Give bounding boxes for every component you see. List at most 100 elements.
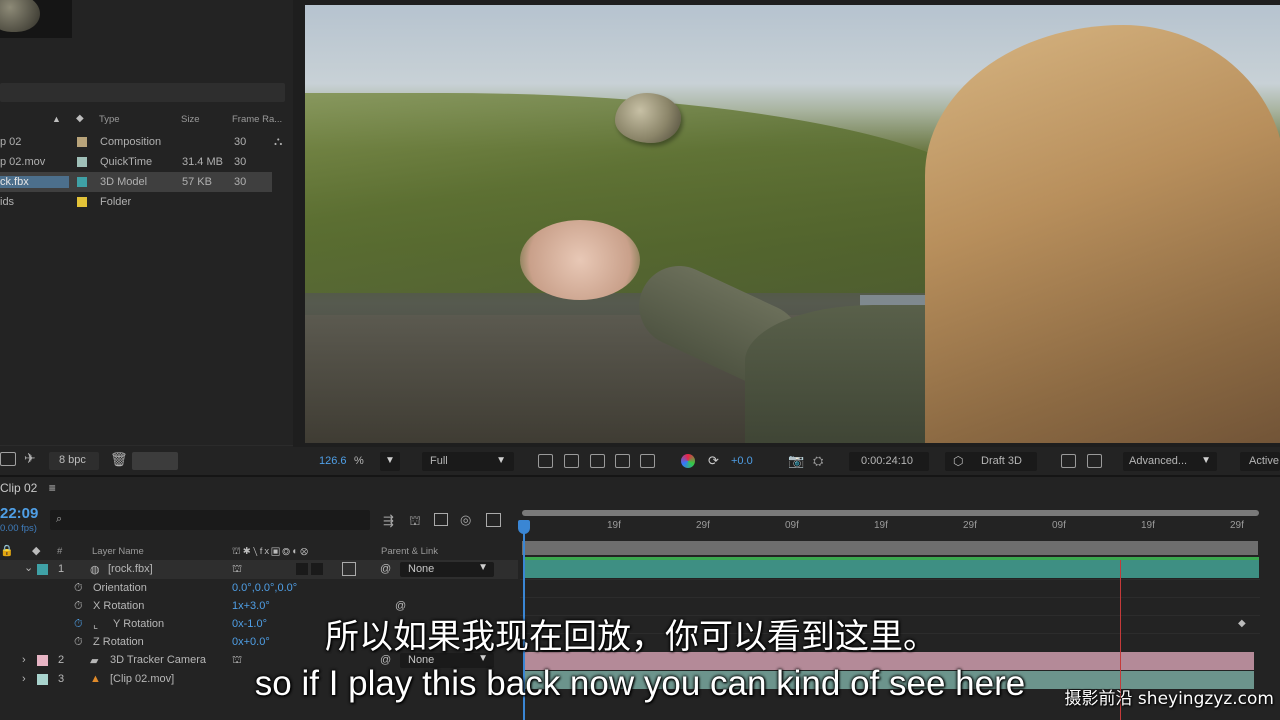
item-size: 57 KB	[182, 176, 212, 188]
property-row[interactable]: ⏱ Orientation 0.0°,0.0°,0.0°	[0, 579, 518, 598]
graph-editor-icon[interactable]	[486, 513, 501, 527]
flowchart-icon[interactable]: ⛬	[274, 134, 282, 149]
view-mode-dropdown[interactable]: Advanced... ▼	[1123, 452, 1217, 471]
reset-exposure-icon[interactable]: ⟳	[708, 453, 719, 469]
ruler-label: 09f	[1052, 520, 1066, 531]
property-name: Orientation	[93, 582, 147, 594]
zoom-value[interactable]: 126.6	[319, 455, 347, 467]
item-type: Folder	[100, 196, 132, 208]
zoom-dropdown[interactable]: ▼	[380, 452, 400, 471]
column-parent-link[interactable]: Parent & Link	[381, 546, 438, 557]
frame-rate-readout: 0.00 fps)	[0, 523, 37, 534]
stopwatch-icon[interactable]: ⏱	[74, 582, 83, 595]
project-search-input[interactable]	[0, 83, 285, 102]
label-swatch[interactable]	[77, 177, 87, 187]
3d-layer-icon[interactable]	[342, 562, 356, 576]
viewer-toolbar: 126.6 % ▼ Full ▼ ⟳ +0.0 📷 ⛭ 0:00:24:10 ⬡…	[293, 447, 1280, 475]
ruler-label: 19f	[1141, 520, 1155, 531]
panel-menu-icon[interactable]: ≡	[49, 481, 56, 495]
layer-row[interactable]: ⌄ 1 ◍ [rock.fbx] ⛫ @ None ▼	[0, 560, 518, 579]
item-name: p 02.mov	[0, 156, 46, 168]
3d-ground-plane-icon[interactable]	[1061, 454, 1076, 468]
footage-frame[interactable]	[305, 5, 1280, 443]
camera-view-dropdown[interactable]: Active	[1240, 452, 1280, 471]
switch-box[interactable]	[311, 563, 323, 575]
camera-view-value: Active	[1249, 455, 1279, 467]
item-type: Composition	[100, 136, 162, 148]
pick-whip-icon[interactable]: @	[380, 563, 391, 575]
fast-previews-icon[interactable]	[538, 454, 553, 468]
lock-icon[interactable]: 🔒	[0, 544, 14, 557]
project-item[interactable]: p 02 Composition 30 ⛬	[0, 132, 290, 152]
parent-dropdown[interactable]: None ▼	[400, 562, 494, 577]
layer-1-track[interactable]	[524, 560, 1259, 578]
color-channels-icon[interactable]	[681, 454, 695, 468]
item-name: ids	[0, 196, 15, 208]
collapse-arrow-icon[interactable]: ⌄	[24, 561, 33, 574]
label-swatch[interactable]	[37, 564, 48, 575]
resolution-dropdown[interactable]: Full ▼	[422, 452, 514, 471]
new-comp-icon[interactable]: ✈	[24, 450, 36, 467]
project-panel: ▲ ◆ Type Size Frame Ra... p 02 Compositi…	[0, 0, 293, 475]
subtitle-chinese: 所以如果我现在回放，你可以看到这里。	[325, 617, 937, 657]
region-of-interest-icon[interactable]	[615, 454, 630, 468]
frame-blending-icon[interactable]	[434, 513, 448, 526]
switches-icons[interactable]: ⛫✱∖fx▣◎◐⊗	[232, 546, 310, 558]
comp-duration-bar[interactable]	[522, 541, 1258, 555]
zoom-unit: %	[354, 455, 364, 467]
view-mode-value: Advanced...	[1129, 455, 1188, 467]
work-area-bar[interactable]	[522, 510, 1259, 516]
bit-depth-button[interactable]: 8 bpc	[49, 452, 99, 470]
interpret-footage-icon[interactable]	[0, 452, 16, 466]
property-value[interactable]: 0.0°,0.0°,0.0°	[232, 582, 297, 594]
renderer-button[interactable]: ⬡ Draft 3D	[945, 452, 1037, 471]
project-color-box	[132, 452, 178, 470]
renderer-label: Draft 3D	[981, 455, 1022, 467]
floating-3d-rock[interactable]	[615, 93, 681, 143]
switch-box[interactable]	[296, 563, 308, 575]
orientation-track[interactable]	[520, 579, 1260, 597]
current-time-indicator[interactable]	[518, 520, 530, 534]
label-tag-icon[interactable]: ◆	[76, 113, 84, 124]
item-size: 31.4 MB	[182, 156, 223, 168]
cube-icon: ⬡	[953, 454, 964, 468]
transparency-grid-icon[interactable]	[564, 454, 579, 468]
timecode-box[interactable]: 0:00:24:10	[849, 452, 929, 471]
motion-blur-icon[interactable]: ◎	[460, 512, 471, 528]
snapshot-icon[interactable]: 📷	[788, 453, 804, 469]
ruler-label: 29f	[963, 520, 977, 531]
extended-viewer-icon[interactable]	[1087, 454, 1102, 468]
show-snapshot-icon[interactable]: ⛭	[813, 453, 823, 469]
project-item[interactable]: ids Folder	[0, 192, 290, 212]
item-frame-rate: 30	[234, 176, 247, 188]
shy-icon[interactable]: ⛫	[232, 563, 242, 577]
parent-value: None	[408, 563, 435, 575]
label-swatch[interactable]	[77, 197, 87, 207]
item-type: QuickTime	[100, 156, 153, 168]
woman-hair	[925, 25, 1280, 443]
column-frame-rate[interactable]: Frame Ra...	[232, 114, 282, 125]
label-swatch[interactable]	[77, 157, 87, 167]
layer-name[interactable]: [rock.fbx]	[108, 563, 153, 575]
column-type[interactable]: Type	[99, 114, 120, 125]
chevron-down-icon: ▼	[496, 455, 506, 466]
label-swatch[interactable]	[77, 137, 87, 147]
timeline-search-input[interactable]: ⌕	[50, 510, 370, 530]
draft-3d-icon[interactable]: ⛫	[409, 513, 421, 531]
item-type: 3D Model	[100, 176, 148, 188]
label-tag-icon[interactable]: ◆	[32, 544, 40, 557]
comp-tab[interactable]: Clip 02 ≡	[0, 481, 56, 495]
project-footer: ✈ 8 bpc 🗑	[0, 445, 293, 475]
column-layer-name[interactable]: Layer Name	[92, 546, 144, 557]
mask-visibility-icon[interactable]	[590, 454, 605, 468]
project-item-selected[interactable]: ck.fbx 3D Model 57 KB 30	[0, 172, 272, 192]
project-item[interactable]: p 02.mov QuickTime 31.4 MB 30	[0, 152, 290, 172]
current-time[interactable]: 22:09	[0, 505, 38, 522]
project-thumbnail	[0, 0, 72, 38]
exposure-value[interactable]: +0.0	[731, 455, 753, 467]
trash-icon[interactable]: 🗑	[110, 451, 128, 468]
comp-mini-flowchart-icon[interactable]: ⇶	[383, 513, 394, 529]
grid-guides-icon[interactable]	[640, 454, 655, 468]
column-size[interactable]: Size	[181, 114, 199, 125]
sort-arrow-icon[interactable]: ▲	[52, 114, 61, 124]
